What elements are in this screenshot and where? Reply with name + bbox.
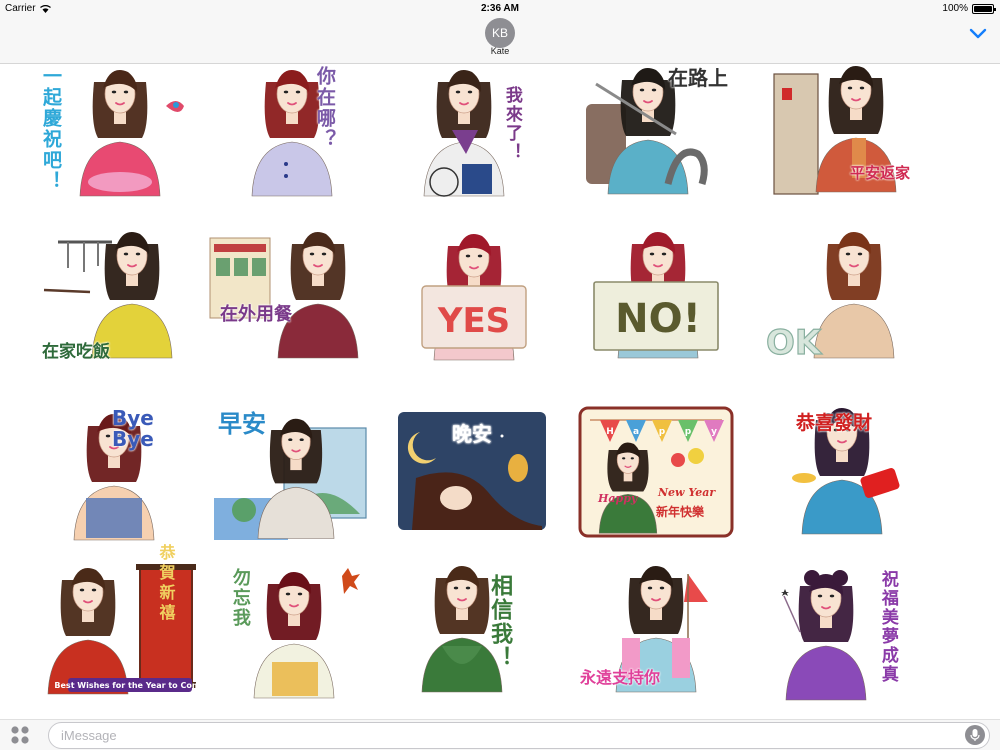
sticker-illustration: YES — [421, 234, 527, 361]
conversation-header: KB Kate — [0, 18, 1000, 64]
sticker-illustration — [773, 66, 897, 195]
sticker-illustration: Ha p p yHappy New Year新年快樂 — [578, 406, 734, 538]
message-input-bar — [0, 719, 1000, 750]
sticker-illustration — [79, 70, 184, 197]
sticker-illustration — [209, 232, 359, 359]
imessage-input[interactable] — [48, 722, 990, 749]
sticker-caption: 恭喜發財 — [796, 412, 873, 434]
battery-percent: 100% — [942, 3, 968, 14]
banner-letter: H — [606, 427, 614, 437]
banner-letter: p — [685, 427, 692, 437]
sticker-trust-me[interactable]: 相信我！ — [392, 562, 552, 702]
microphone-button[interactable] — [965, 725, 985, 745]
sticker-prosperity[interactable]: 恭喜發財 — [758, 402, 918, 542]
sticker-illustration: 恭賀新禧 Best Wishes for the Year to Come — [47, 543, 206, 695]
sticker-caption: 一起慶祝吧！ — [39, 66, 62, 192]
chevron-down-icon[interactable] — [968, 26, 988, 40]
sticker-sweet-dreams[interactable]: 祝福美夢成真 — [758, 562, 918, 702]
sticker-celebrate[interactable]: 一起慶祝吧！ — [40, 64, 200, 204]
microphone-icon — [970, 729, 980, 741]
sticker-caption: 在家吃飯 — [42, 342, 110, 362]
sticker-no[interactable]: NO! — [576, 228, 736, 368]
sticker-illustration: OK — [765, 232, 895, 364]
ok-text: OK — [766, 323, 823, 363]
sticker-caption: 平安返家 — [850, 164, 911, 182]
sticker-caption: 相信我！ — [487, 574, 513, 670]
sticker-illustration: NO! — [593, 232, 719, 359]
yes-sign-text: YES — [437, 301, 510, 341]
sticker-caption: 在外用餐 — [220, 304, 292, 325]
sticker-illustration — [251, 70, 333, 197]
battery-icon — [972, 3, 996, 14]
sticker-home-safe[interactable]: 平安返家 — [758, 64, 918, 204]
sticker-eat-home[interactable]: 在家吃飯 — [40, 228, 200, 368]
sticker-ok[interactable]: OK — [758, 228, 918, 368]
sticker-illustration — [423, 70, 505, 197]
bye-second-line: Bye — [112, 427, 154, 451]
best-wishes-text: Best Wishes for the Year to Come — [54, 681, 206, 690]
sticker-caption: 晚安 — [452, 422, 492, 446]
sticker-coming[interactable]: 我來了！ — [392, 64, 552, 204]
banner-letter: y — [711, 427, 717, 437]
apps-grid-icon[interactable] — [10, 725, 30, 745]
sticker-bye-bye[interactable]: Bye Bye — [40, 402, 200, 542]
sticker-forget-me-not[interactable]: 勿忘我 — [210, 562, 370, 702]
sticker-yes[interactable]: YES — [392, 228, 552, 368]
scroll-text: 恭賀新禧 — [157, 543, 177, 624]
messages-screen: Carrier 2:36 AM 100% KB Kate 一起慶祝吧！ 你在哪？ 我… — [0, 0, 1000, 750]
no-sign-text: NO! — [615, 296, 701, 342]
status-bar: Carrier 2:36 AM 100% — [0, 0, 1000, 18]
contact-name[interactable]: Kate — [0, 46, 1000, 56]
sticker-happy-new-year[interactable]: Ha p p y Happy New Year 新年快樂 — [576, 402, 736, 542]
sticker-caption: Bye Bye — [112, 406, 154, 451]
sticker-good-morning[interactable]: 早安 — [210, 402, 370, 542]
sticker-good-night[interactable]: 晚安 — [392, 402, 552, 542]
sticker-grid: 一起慶祝吧！ 你在哪？ 我來了！ 在路上平安返家在家吃飯 在外用餐 YES NO! OK Bye… — [40, 64, 960, 720]
new-year-chinese: 新年快樂 — [656, 504, 705, 519]
new-year-text: New Year — [657, 486, 716, 499]
banner-letter: a — [633, 427, 639, 437]
contact-avatar[interactable]: KB — [485, 18, 515, 48]
status-right: 100% — [942, 3, 996, 14]
sticker-caption: 我來了！ — [501, 86, 522, 162]
sticker-on-the-way[interactable]: 在路上 — [576, 64, 736, 204]
sticker-caption: 祝福美夢成真 — [877, 570, 898, 684]
happy-text: Happy — [597, 492, 639, 505]
sticker-new-year-greeting[interactable]: 恭賀新禧 Best Wishes for the Year to Come — [40, 543, 206, 702]
sticker-caption: 你在哪？ — [313, 66, 336, 150]
banner-letter: p — [659, 427, 666, 437]
sticker-caption: 勿忘我 — [229, 568, 251, 628]
sticker-where-are-you[interactable]: 你在哪？ — [210, 64, 370, 204]
status-time: 2:36 AM — [481, 3, 519, 14]
sticker-illustration — [421, 566, 503, 693]
sticker-caption: 早安 — [218, 410, 266, 438]
sticker-support-you[interactable]: 永遠支持你 — [576, 562, 736, 702]
sticker-eat-out[interactable]: 在外用餐 — [209, 228, 370, 368]
sticker-caption: 在路上 — [668, 66, 728, 90]
sticker-caption: 永遠支持你 — [580, 668, 661, 687]
